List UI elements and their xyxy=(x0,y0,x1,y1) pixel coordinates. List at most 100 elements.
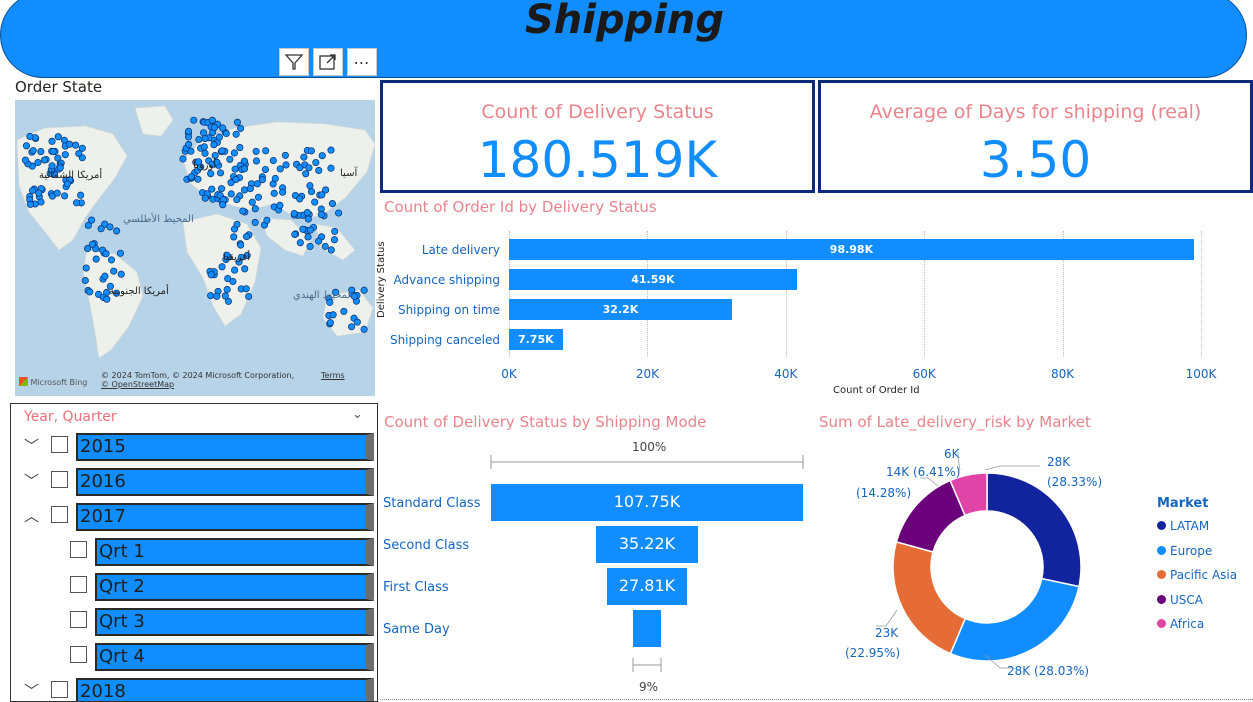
order-location-point[interactable] xyxy=(222,129,230,138)
order-location-point[interactable] xyxy=(276,201,284,209)
order-location-point[interactable] xyxy=(270,189,278,197)
slicer-item-qrt-3[interactable]: Qrt 3 xyxy=(95,608,374,636)
order-location-point[interactable] xyxy=(22,142,31,150)
order-location-point[interactable] xyxy=(303,209,311,217)
order-location-point[interactable] xyxy=(312,158,320,167)
order-location-point[interactable] xyxy=(299,225,307,233)
order-location-point[interactable] xyxy=(240,186,249,194)
order-location-point[interactable] xyxy=(276,165,284,173)
legend-item-pacific-asia[interactable]: Pacific Asia xyxy=(1157,568,1237,582)
order-location-point[interactable] xyxy=(232,175,240,184)
order-location-point[interactable] xyxy=(207,292,215,300)
order-location-point[interactable] xyxy=(185,127,193,135)
order-location-point[interactable] xyxy=(329,311,337,319)
order-location-point[interactable] xyxy=(218,263,226,271)
order-location-point[interactable] xyxy=(327,164,335,172)
order-location-point[interactable] xyxy=(237,241,245,249)
order-location-point[interactable] xyxy=(84,221,92,230)
order-location-point[interactable] xyxy=(311,198,319,206)
order-location-point[interactable] xyxy=(201,149,209,157)
order-location-point[interactable] xyxy=(194,175,202,183)
order-location-point[interactable] xyxy=(185,140,193,148)
order-location-point[interactable] xyxy=(81,276,89,285)
order-location-point[interactable] xyxy=(216,169,225,177)
order-location-point[interactable] xyxy=(219,201,227,209)
osm-link[interactable]: © OpenStreetMap xyxy=(101,380,174,389)
order-location-point[interactable] xyxy=(117,270,125,278)
chevron-up-icon[interactable]: ︿ xyxy=(24,505,39,526)
order-location-point[interactable] xyxy=(348,323,356,331)
order-location-point[interactable] xyxy=(61,151,69,159)
order-location-point[interactable] xyxy=(110,267,118,275)
order-location-point[interactable] xyxy=(223,285,231,294)
order-location-point[interactable] xyxy=(97,225,105,233)
order-location-point[interactable] xyxy=(92,255,100,263)
order-location-point[interactable] xyxy=(281,151,289,159)
order-location-point[interactable] xyxy=(21,156,29,164)
order-location-point[interactable] xyxy=(317,210,325,218)
order-location-point[interactable] xyxy=(53,189,61,197)
order-location-point[interactable] xyxy=(306,242,314,251)
order-location-point[interactable] xyxy=(40,156,48,164)
order-location-point[interactable] xyxy=(48,162,56,170)
order-location-point[interactable] xyxy=(106,223,114,231)
order-location-point[interactable] xyxy=(219,124,227,132)
order-location-point[interactable] xyxy=(49,147,57,156)
order-location-point[interactable] xyxy=(72,199,81,207)
order-location-point[interactable] xyxy=(243,233,251,241)
order-location-point[interactable] xyxy=(218,185,226,193)
order-location-point[interactable] xyxy=(218,147,226,155)
donut-slice-europe[interactable] xyxy=(949,577,1080,662)
order-location-point[interactable] xyxy=(86,288,94,296)
order-location-point[interactable] xyxy=(226,155,234,163)
order-location-point[interactable] xyxy=(230,149,238,157)
order-location-point[interactable] xyxy=(331,227,339,235)
slicer-checkbox[interactable] xyxy=(51,471,68,488)
more-options-button[interactable]: ⋯ xyxy=(347,48,377,76)
order-location-point[interactable] xyxy=(232,130,240,138)
slicer-checkbox[interactable] xyxy=(51,681,68,698)
order-location-point[interactable] xyxy=(28,186,37,195)
order-location-point[interactable] xyxy=(296,164,304,172)
order-location-point[interactable] xyxy=(75,149,83,158)
bar-chart-plot[interactable]: 0K 20K 40K 60K 80K 100K Late delivery 98.98K Adv… xyxy=(380,225,1253,405)
order-location-point[interactable] xyxy=(296,239,304,247)
order-location-point[interactable] xyxy=(306,182,314,190)
order-location-point[interactable] xyxy=(263,216,271,224)
order-location-point[interactable] xyxy=(107,256,116,264)
order-location-point[interactable] xyxy=(262,147,270,155)
chevron-down-icon[interactable]: ﹀ xyxy=(24,470,39,491)
order-location-point[interactable] xyxy=(233,118,242,126)
order-location-point[interactable] xyxy=(210,123,218,131)
order-location-point[interactable] xyxy=(210,141,218,149)
order-location-point[interactable] xyxy=(77,191,85,199)
order-location-point[interactable] xyxy=(353,318,361,326)
order-location-point[interactable] xyxy=(246,185,254,193)
order-location-point[interactable] xyxy=(307,188,316,196)
slicer-checkbox[interactable] xyxy=(51,506,68,523)
order-location-point[interactable] xyxy=(290,209,298,218)
order-location-point[interactable] xyxy=(291,230,299,239)
order-location-point[interactable] xyxy=(231,165,239,173)
slicer-checkbox[interactable] xyxy=(70,611,87,628)
order-location-point[interactable] xyxy=(261,165,269,174)
order-location-point[interactable] xyxy=(318,152,326,160)
order-location-point[interactable] xyxy=(63,180,71,188)
order-location-point[interactable] xyxy=(207,271,215,279)
terms-link[interactable]: Terms xyxy=(321,371,345,380)
donut-slice-pacific-asia[interactable] xyxy=(892,540,967,655)
order-location-point[interactable] xyxy=(251,218,259,226)
slicer-checkbox[interactable] xyxy=(70,646,87,663)
legend-item-africa[interactable]: Africa xyxy=(1157,617,1204,631)
order-location-point[interactable] xyxy=(37,198,45,206)
order-location-point[interactable] xyxy=(307,147,315,155)
order-location-point[interactable] xyxy=(195,135,203,144)
legend-item-usca[interactable]: USCA xyxy=(1157,593,1203,607)
donut-plot[interactable] xyxy=(880,460,1094,674)
order-location-point[interactable] xyxy=(236,144,244,152)
order-location-point[interactable] xyxy=(239,207,247,215)
order-location-point[interactable] xyxy=(328,200,337,208)
order-location-point[interactable] xyxy=(300,153,308,161)
slicer-item-2016[interactable]: 2016 xyxy=(76,468,374,496)
order-location-point[interactable] xyxy=(240,165,249,173)
